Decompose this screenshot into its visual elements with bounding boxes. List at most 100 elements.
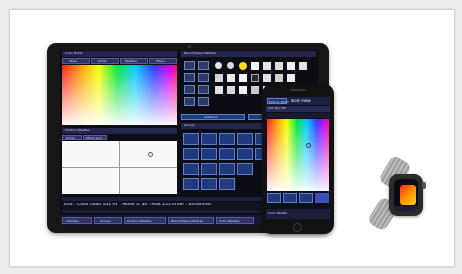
tablet-camera-icon [188,45,191,48]
position-title-bar: Position Palettes [62,128,177,134]
group-button[interactable] [219,178,235,190]
window-title: Beam/Shape Palettes [184,52,216,55]
color-picker-title-bar: Color Picker [62,51,177,57]
button-label: Back to Tablet [269,101,289,104]
gobo-pattern-icon[interactable] [239,62,247,70]
tab-label: Beam/Shape Palettes [171,220,203,223]
group-button[interactable] [201,148,217,160]
gobo-button[interactable] [198,85,209,94]
gobo-button[interactable] [184,61,195,70]
gobo-pattern-icon[interactable] [215,62,222,69]
gobo-button[interactable] [184,85,195,94]
swatch-button[interactable] [283,193,297,203]
tab-palettes[interactable]: Palettes [120,58,148,64]
bottom-tab-color-palettes[interactable]: Color Palettes [216,217,254,224]
tab-picker[interactable]: Picker [91,58,119,64]
gobo-pattern-icon[interactable] [215,74,223,82]
group-button[interactable] [183,148,199,160]
tab-label: Color Palettes [219,220,240,223]
tab-label: Picker [66,137,75,140]
gobo-pattern-icon[interactable] [251,74,259,82]
gobo-pattern-icon[interactable] [263,74,271,82]
phone-options-row [266,113,330,118]
bottom-tab-position-palettes[interactable]: Position Palettes [124,217,166,224]
group-button[interactable] [183,178,199,190]
phone-home-button-icon [293,223,302,232]
tab-effect-grid[interactable]: Effect Grid [83,135,107,140]
watch-color-display[interactable] [400,185,416,205]
phone-info-row: 101 Pan Tilt [266,106,330,112]
available-button[interactable]: Available [181,114,245,120]
phone-header: Back to Tablet Tools View [266,97,330,105]
gobo-pattern-icon[interactable] [239,86,247,94]
gobo-pattern-icon[interactable] [251,86,259,94]
bottom-tab-intensity[interactable]: Intensity [62,217,92,224]
info-text: 101 Pan Tilt [268,107,286,110]
swatch-button[interactable] [267,193,281,203]
swatch-button[interactable] [299,193,313,203]
phone-footer: Color Palette [266,209,330,219]
footer-label: Color Palette [268,212,288,215]
gobo-pattern-icon[interactable] [227,86,235,94]
group-button[interactable] [237,163,253,175]
gobo-button[interactable] [198,97,209,106]
tab-label: Picker [98,60,107,63]
window-title: Position Palettes [65,129,90,132]
grid-line-horizontal [62,167,177,168]
gobo-pattern-icon[interactable] [275,62,283,70]
group-button[interactable] [201,163,217,175]
group-button[interactable] [201,178,217,190]
tab-position-picker[interactable]: Picker [62,135,82,140]
group-button[interactable] [183,163,199,175]
window-title: Groups [184,124,195,127]
gobo-button[interactable] [198,61,209,70]
tab-label: Fader [69,60,78,63]
gobo-pattern-icon[interactable] [287,62,295,70]
watch-crown-icon[interactable] [422,182,426,189]
group-button[interactable] [201,133,217,145]
color-spectrum[interactable] [62,65,177,125]
gobo-pattern-icon[interactable] [275,74,283,82]
tab-label: Palettes [125,60,137,63]
gobo-button[interactable] [198,73,209,82]
gobo-pattern-icon[interactable] [215,86,223,94]
tab-fader[interactable]: Fader [62,58,90,64]
swatch-selected[interactable] [315,193,329,203]
tab-label: Intensity [66,220,80,223]
phone-screen: Back to Tablet Tools View 101 Pan Tilt C… [266,97,330,219]
watch-screen [394,179,418,211]
gobo-button[interactable] [184,97,195,106]
phone-picker-crosshair-icon[interactable] [306,143,311,148]
gobo-pattern-icon[interactable] [239,74,247,82]
phone-speaker-icon [290,89,306,91]
phone-swatch-row [267,193,329,203]
group-button[interactable] [219,163,235,175]
gobo-pattern-icon[interactable] [263,62,271,70]
gobo-pattern-icon[interactable] [227,62,234,69]
bottom-tab-beam-shape-palettes[interactable]: Beam/Shape Palettes [168,217,214,224]
watch-bottom-bar [394,206,418,211]
gobo-button[interactable] [184,73,195,82]
button-label: Available [204,116,218,119]
tab-label: Filters [156,60,165,63]
position-grid[interactable] [62,141,177,194]
tab-label: Effect Grid [86,137,102,140]
gobo-pattern-icon[interactable] [287,74,295,82]
tab-label: Position Palettes [127,220,152,223]
gobo-pattern-icon[interactable] [299,62,307,70]
back-to-tablet-button[interactable]: Back to Tablet [267,98,289,104]
gobo-pattern-icon[interactable] [251,62,259,70]
gobo-pattern-icon[interactable] [227,74,235,82]
group-button[interactable] [219,148,235,160]
bottom-tab-groups[interactable]: Groups [94,217,122,224]
beam-shape-title-bar: Beam/Shape Palettes [181,51,316,57]
crosshair-icon[interactable] [148,152,153,157]
group-button[interactable] [219,133,235,145]
tab-label: Groups [100,220,111,223]
group-button[interactable] [237,148,253,160]
phone-color-spectrum[interactable] [267,119,329,191]
group-button[interactable] [237,133,253,145]
tab-filters[interactable]: Filters [149,58,177,64]
color-picker-tabs: Fader Picker Palettes Filters [62,58,177,64]
group-button[interactable] [183,133,199,145]
